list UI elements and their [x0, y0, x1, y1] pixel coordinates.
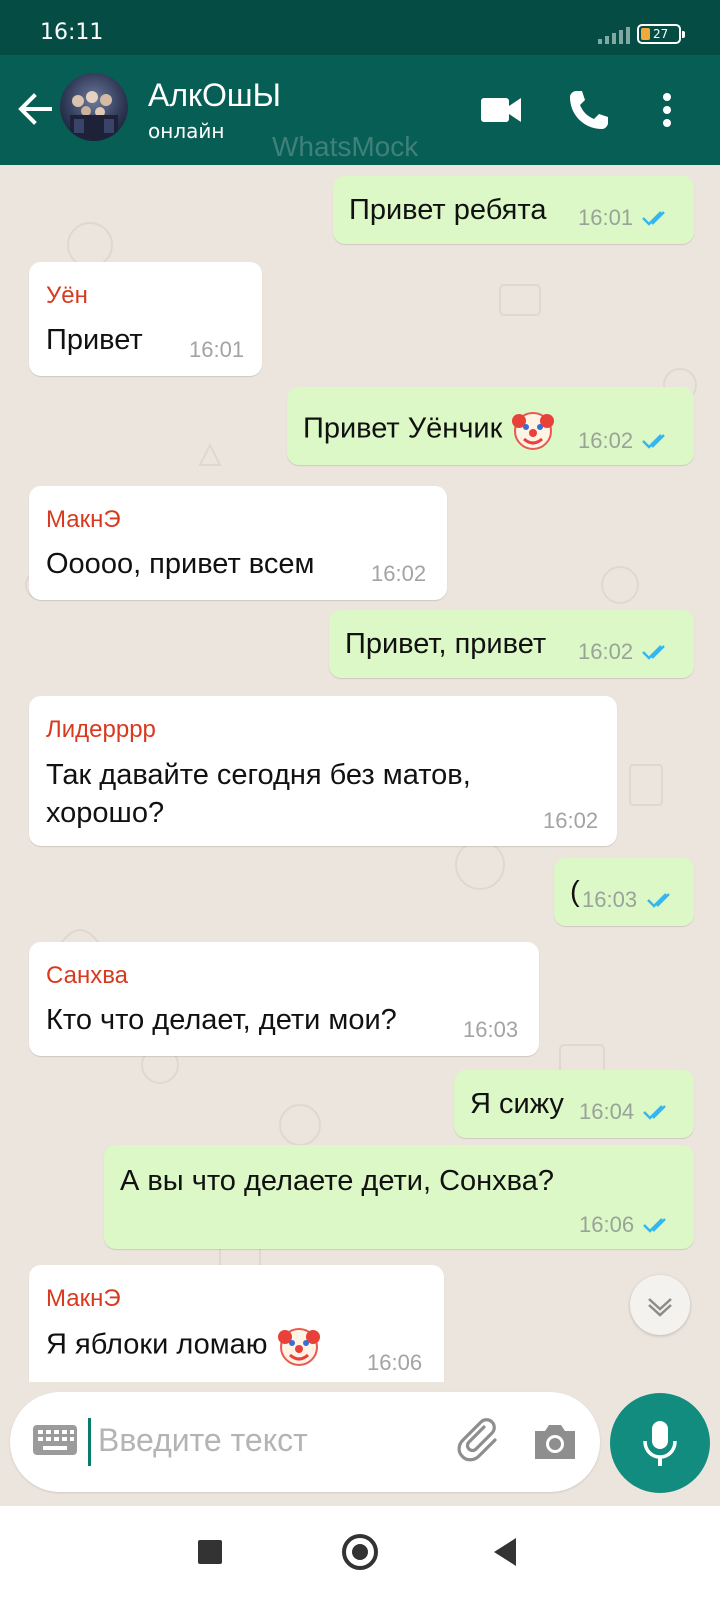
chevron-down-icon — [648, 1298, 672, 1317]
message-text: Привет — [46, 324, 143, 356]
read-receipt-icon — [643, 1105, 666, 1120]
chat-title[interactable]: АлкОшЫ — [148, 77, 281, 114]
home-button[interactable] — [342, 1534, 378, 1570]
outgoing-message[interactable]: Я сижу 16:04 — [454, 1070, 694, 1138]
signal-icon — [598, 24, 630, 44]
attach-icon[interactable] — [455, 1414, 509, 1468]
back-arrow-icon[interactable] — [14, 89, 54, 129]
status-time: 16:11 — [40, 20, 104, 45]
incoming-message[interactable]: Лидерррр Так давайте сегодня без матов, … — [29, 696, 617, 846]
video-call-icon[interactable] — [477, 85, 527, 135]
outgoing-message[interactable]: ( 16:03 — [554, 858, 694, 926]
more-options-icon[interactable] — [652, 85, 682, 135]
camera-icon[interactable] — [530, 1417, 580, 1465]
read-receipt-icon — [642, 434, 665, 449]
text-cursor — [88, 1418, 91, 1466]
read-receipt-icon — [642, 645, 665, 660]
outgoing-message[interactable]: А вы что делаете дети, Сонхва? 16:06 — [104, 1145, 694, 1249]
sender-name: Лидерррр — [46, 716, 156, 743]
read-receipt-icon — [642, 211, 665, 226]
outgoing-message[interactable]: Привет Уёнчик 16:02 — [287, 387, 694, 465]
battery-icon: 27 — [637, 24, 685, 44]
scroll-down-button[interactable] — [630, 1275, 690, 1335]
system-nav-bar — [0, 1506, 720, 1600]
message-time: 16:01 — [189, 337, 245, 362]
message-time: 16:02 — [543, 808, 599, 833]
microphone-icon — [643, 1421, 677, 1466]
clown-face-icon — [512, 412, 555, 450]
sender-name: Санхва — [46, 962, 129, 989]
message-text: Я яблоки ломаю — [46, 1323, 322, 1369]
status-bar: 16:11 27 — [0, 0, 720, 55]
message-time: 16:03 — [463, 1017, 519, 1042]
sender-name: Уён — [46, 282, 88, 309]
message-text: Привет ребята — [349, 194, 547, 226]
read-receipt-icon — [647, 893, 670, 908]
message-text: ( — [570, 876, 580, 908]
message-time: 16:01 — [578, 205, 634, 230]
voice-call-icon[interactable] — [564, 85, 614, 135]
message-time: 16:02 — [371, 561, 427, 586]
incoming-message[interactable]: МакнЭ Я яблоки ломаю 16:06 — [29, 1265, 444, 1382]
incoming-message[interactable]: Уён Привет 16:01 — [29, 262, 262, 376]
watermark: WhatsMock — [272, 131, 419, 162]
message-time: 16:06 — [367, 1350, 423, 1375]
message-text: Кто что делает, дети мои? — [46, 1004, 397, 1036]
message-input[interactable]: Введите текст — [98, 1422, 308, 1459]
message-text: Ооооо, привет всем — [46, 548, 315, 580]
message-text-content: Привет Уёнчик — [303, 412, 503, 445]
message-input-bar: Введите текст — [10, 1392, 600, 1492]
outgoing-message[interactable]: Привет, привет 16:02 — [329, 610, 694, 678]
message-text: Так давайте сегодня без матов, хорошо? — [46, 759, 471, 829]
message-time: 16:02 — [578, 428, 634, 453]
incoming-message[interactable]: Санхва Кто что делает, дети мои? 16:03 — [29, 942, 539, 1056]
battery-level: 27 — [653, 27, 669, 41]
chat-header: АлкОшЫ онлайн WhatsMock — [0, 55, 720, 165]
keyboard-icon[interactable] — [32, 1422, 78, 1458]
clown-face-icon — [277, 1328, 320, 1366]
message-text-content: Я яблоки ломаю — [46, 1328, 268, 1361]
message-text: Привет Уёнчик — [303, 407, 556, 453]
sender-name: МакнЭ — [46, 1285, 121, 1312]
read-receipt-icon — [643, 1218, 666, 1233]
recent-apps-button[interactable] — [198, 1540, 222, 1564]
chat-area[interactable]: Привет ребята 16:01 Уён Привет 16:01 При… — [0, 165, 720, 1382]
online-status: онлайн — [148, 119, 225, 143]
incoming-message[interactable]: МакнЭ Ооооо, привет всем 16:02 — [29, 486, 447, 600]
voice-record-button[interactable] — [610, 1393, 710, 1493]
message-text: А вы что делаете дети, Сонхва? — [120, 1165, 555, 1197]
message-time: 16:02 — [578, 639, 634, 664]
message-time: 16:03 — [582, 887, 638, 912]
message-text: Я сижу — [470, 1088, 564, 1120]
system-back-button[interactable] — [494, 1538, 516, 1566]
message-time: 16:06 — [579, 1212, 635, 1237]
group-avatar[interactable] — [60, 73, 128, 141]
outgoing-message[interactable]: Привет ребята 16:01 — [333, 176, 694, 244]
message-time: 16:04 — [579, 1099, 635, 1124]
message-text: Привет, привет — [345, 628, 547, 660]
sender-name: МакнЭ — [46, 506, 121, 533]
